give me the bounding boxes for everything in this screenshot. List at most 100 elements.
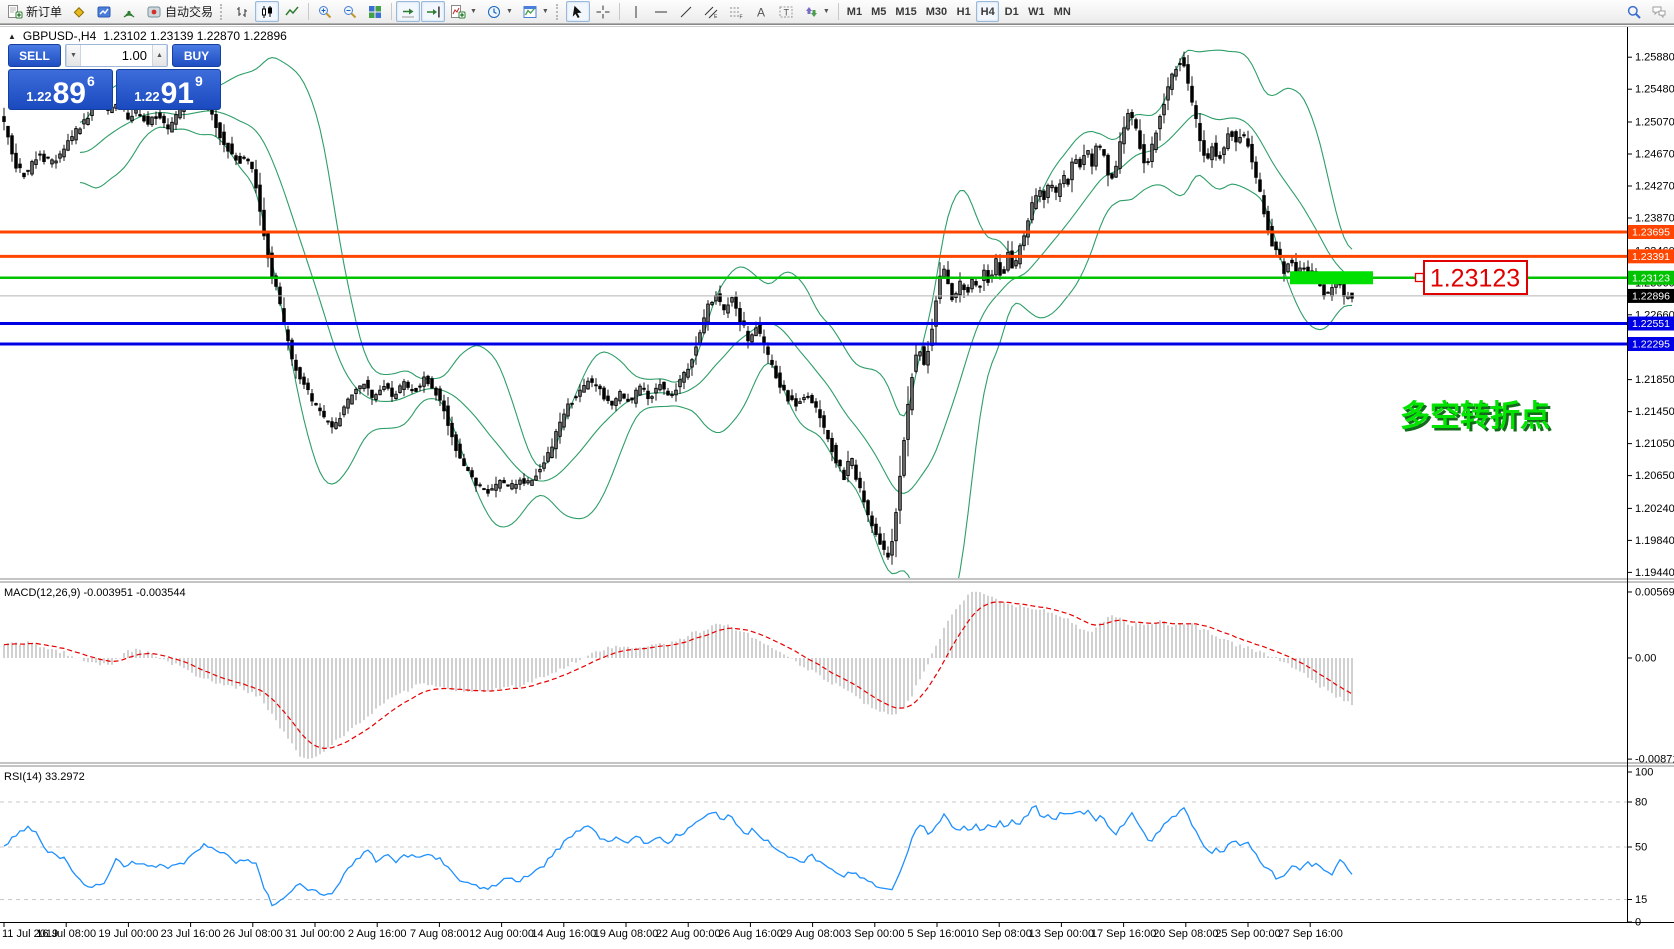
timeframe-m15-button[interactable]: M15: [891, 1, 920, 22]
timeframe-h1-button[interactable]: H1: [952, 1, 975, 22]
vertical-line-tool-button[interactable]: [624, 1, 648, 22]
svg-text:-0.008717: -0.008717: [1635, 754, 1674, 766]
arrows-tool-button[interactable]: ▼: [799, 1, 834, 22]
text-label-tool-button[interactable]: T: [774, 1, 798, 22]
periods-button[interactable]: ▼: [482, 1, 517, 22]
timeframe-d1-button[interactable]: D1: [1000, 1, 1023, 22]
svg-text:22 Aug 00:00: 22 Aug 00:00: [656, 928, 721, 940]
svg-text:27 Sep 16:00: 27 Sep 16:00: [1277, 928, 1342, 940]
svg-text:1.20650: 1.20650: [1635, 470, 1674, 482]
zoom-out-button[interactable]: [338, 1, 362, 22]
toolbar-grip: [220, 4, 226, 20]
rsi-axis[interactable]: 1008050150: [1627, 767, 1653, 929]
templates-button[interactable]: ▼: [518, 1, 553, 22]
buy-button[interactable]: BUY: [172, 44, 221, 67]
svg-text:50: 50: [1635, 842, 1647, 854]
zoom-out-icon: [342, 4, 358, 20]
navigator-button[interactable]: [92, 1, 116, 22]
volume-decrease-button[interactable]: ▼: [66, 45, 81, 66]
text-icon: A: [753, 4, 769, 20]
channel-tool-button[interactable]: E: [699, 1, 723, 22]
cursor-button[interactable]: [566, 1, 590, 22]
sell-price-box[interactable]: 1.22 89 6: [8, 69, 113, 110]
text-tool-button[interactable]: A: [749, 1, 773, 22]
bar-chart-button[interactable]: [230, 1, 254, 22]
svg-text:29 Aug 08:00: 29 Aug 08:00: [780, 928, 845, 940]
svg-text:1.25480: 1.25480: [1635, 84, 1674, 96]
svg-text:A: A: [757, 5, 765, 19]
tile-windows-button[interactable]: [363, 1, 387, 22]
svg-text:1.22551: 1.22551: [1632, 318, 1670, 330]
candlestick-chart-icon: [259, 4, 275, 20]
svg-text:F: F: [739, 14, 742, 20]
timeframe-m30-button[interactable]: M30: [922, 1, 951, 22]
main-toolbar: 新订单 自动交易 ▼ ▼: [0, 0, 1674, 24]
svg-text:1.19840: 1.19840: [1635, 535, 1674, 547]
svg-text:19 Jul 00:00: 19 Jul 00:00: [98, 928, 158, 940]
chart-annotation[interactable]: 多空转折点 多空转折点: [1400, 400, 1553, 436]
timeframe-h4-button[interactable]: H4: [976, 1, 999, 22]
macd-axis[interactable]: 0.0056920.00-0.008717: [1627, 586, 1674, 765]
svg-text:1.24670: 1.24670: [1635, 149, 1674, 161]
svg-text:1.21850: 1.21850: [1635, 374, 1674, 386]
annotation-text: 多空转折点: [1400, 400, 1550, 433]
sell-price-pip: 6: [87, 73, 95, 89]
svg-text:19 Aug 08:00: 19 Aug 08:00: [594, 928, 659, 940]
sell-price-prefix: 1.22: [26, 89, 51, 104]
price-callout[interactable]: 1.23123: [1416, 261, 1528, 294]
timeframe-w1-button[interactable]: W1: [1024, 1, 1049, 22]
svg-text:26 Aug 16:00: 26 Aug 16:00: [718, 928, 783, 940]
indicators-button[interactable]: ▼: [446, 1, 481, 22]
zoom-in-button[interactable]: [313, 1, 337, 22]
market-watch-icon: [71, 4, 87, 20]
svg-text:1.25880: 1.25880: [1635, 52, 1674, 64]
chart-canvas[interactable]: 1.258801.254801.250701.246701.242701.238…: [0, 24, 1674, 949]
svg-text:1.20240: 1.20240: [1635, 503, 1674, 515]
fibonacci-tool-button[interactable]: F: [724, 1, 748, 22]
svg-text:5 Sep 16:00: 5 Sep 16:00: [907, 928, 966, 940]
svg-text:T: T: [783, 7, 789, 17]
auto-scroll-icon: [400, 4, 416, 20]
horizontal-level-lines[interactable]: [0, 232, 1627, 344]
svg-text:3 Sep 00:00: 3 Sep 00:00: [845, 928, 904, 940]
svg-text:1.23391: 1.23391: [1632, 251, 1670, 263]
horizontal-line-tool-button[interactable]: [649, 1, 673, 22]
timeframe-m1-button[interactable]: M1: [843, 1, 866, 22]
new-order-button[interactable]: 新订单: [3, 1, 66, 22]
toolbar-separator: [838, 3, 839, 20]
volume-increase-button[interactable]: ▲: [152, 45, 167, 66]
chat-bubbles-icon: [1651, 4, 1667, 20]
sell-button[interactable]: SELL: [8, 44, 61, 67]
auto-scroll-button[interactable]: [396, 1, 420, 22]
cursor-arrow-icon: [570, 4, 586, 20]
rsi-indicator-label: RSI(14) 33.2972: [4, 771, 85, 783]
symbol-period-label: GBPUSD-,H4: [23, 29, 96, 43]
price-axis[interactable]: 1.258801.254801.250701.246701.242701.238…: [1627, 52, 1674, 579]
search-button[interactable]: [1622, 1, 1646, 22]
buy-price-box[interactable]: 1.22 91 9: [116, 69, 221, 110]
svg-text:10 Sep 08:00: 10 Sep 08:00: [966, 928, 1031, 940]
autotrade-button[interactable]: 自动交易: [142, 1, 217, 22]
svg-text:2 Aug 16:00: 2 Aug 16:00: [348, 928, 407, 940]
timeframe-mn-button[interactable]: MN: [1050, 1, 1075, 22]
svg-text:1.24270: 1.24270: [1635, 181, 1674, 193]
signal-icon: [121, 4, 137, 20]
market-watch-button[interactable]: [67, 1, 91, 22]
volume-input[interactable]: [81, 45, 152, 66]
crosshair-button[interactable]: [591, 1, 615, 22]
chart-window[interactable]: 1.258801.254801.250701.246701.242701.238…: [0, 24, 1674, 949]
chart-shift-button[interactable]: [421, 1, 445, 22]
signals-button[interactable]: [117, 1, 141, 22]
pivot-highlight-zone[interactable]: [1290, 271, 1373, 284]
community-chat-button[interactable]: [1647, 1, 1671, 22]
svg-text:0.00: 0.00: [1635, 653, 1656, 665]
one-click-trading-panel: SELL ▼ ▲ BUY 1.22 89 6 1.22 91 9: [8, 44, 221, 110]
timeframe-m5-button[interactable]: M5: [867, 1, 890, 22]
collapse-triangle-icon[interactable]: ▲: [8, 32, 16, 41]
time-axis[interactable]: 11 Jul 201916 Jul 08:0019 Jul 00:0023 Ju…: [2, 923, 1343, 940]
candle-chart-button[interactable]: [255, 1, 279, 22]
callout-anchor-handle[interactable]: [1416, 274, 1424, 282]
line-chart-button[interactable]: [280, 1, 304, 22]
equidistant-channel-icon: E: [703, 4, 719, 20]
trendline-tool-button[interactable]: [674, 1, 698, 22]
